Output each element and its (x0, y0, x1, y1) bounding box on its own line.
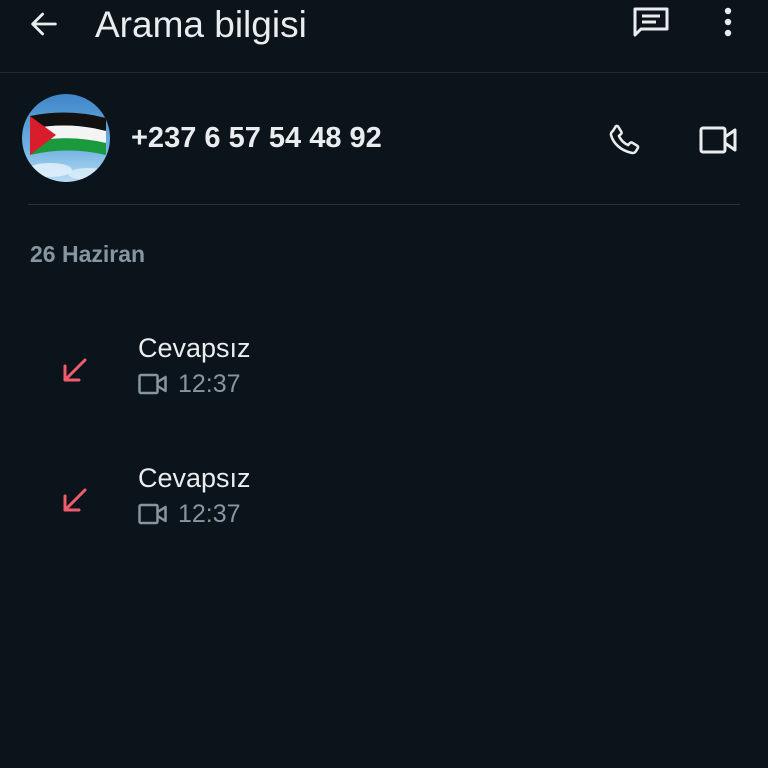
video-call-type-icon (138, 503, 167, 525)
phone-icon (609, 124, 640, 155)
contact-row[interactable]: +237 6 57 54 48 92 (0, 94, 768, 184)
app-bar: Arama bilgisi (0, 0, 768, 73)
avatar[interactable] (22, 94, 110, 182)
call-info-screen: Arama bilgisi +237 6 57 54 48 92 26 Hazi… (0, 0, 768, 768)
contact-phone-number: +237 6 57 54 48 92 (131, 122, 382, 154)
divider (28, 204, 740, 205)
call-status: Cevapsız (138, 333, 251, 363)
call-log-entry[interactable]: Cevapsız 12:37 (0, 332, 768, 416)
call-time: 12:37 (178, 500, 241, 528)
more-options-button[interactable] (712, 2, 744, 42)
video-camera-icon (699, 126, 737, 154)
call-time: 12:37 (178, 370, 241, 398)
arrow-left-icon (31, 12, 57, 36)
video-call-button[interactable] (694, 118, 742, 162)
date-header: 26 Haziran (30, 241, 146, 267)
back-button[interactable] (24, 4, 64, 44)
more-vertical-icon (724, 7, 732, 37)
missed-call-arrow-icon (63, 488, 87, 512)
missed-call-arrow-icon (63, 358, 87, 382)
message-icon (633, 7, 669, 37)
palestine-flag-avatar (22, 94, 110, 182)
voice-call-button[interactable] (600, 118, 648, 162)
call-log-entry[interactable]: Cevapsız 12:37 (0, 462, 768, 546)
page-title: Arama bilgisi (95, 4, 307, 45)
message-button[interactable] (628, 2, 674, 42)
video-call-type-icon (138, 373, 167, 395)
call-status: Cevapsız (138, 463, 251, 493)
